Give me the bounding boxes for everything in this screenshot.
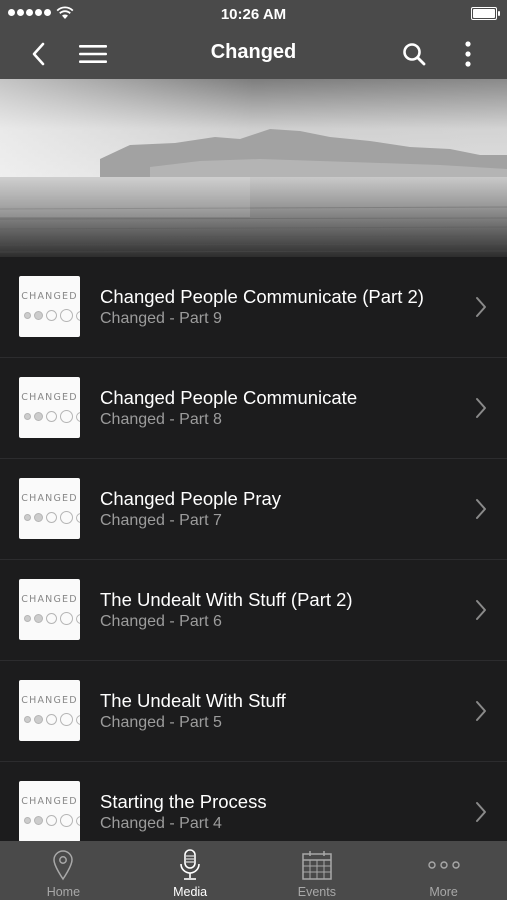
item-subtitle: Changed - Part 4 (100, 815, 222, 832)
tab-home[interactable]: Home (0, 841, 127, 900)
item-title: Changed People Communicate (Part 2) (100, 286, 424, 307)
status-bar: 10:26 AM (0, 0, 507, 28)
series-thumbnail: CHANGED (19, 478, 80, 539)
series-thumbnail: CHANGED (19, 276, 80, 337)
thumbnail-text: CHANGED (21, 392, 78, 403)
chevron-right-icon (476, 398, 486, 418)
tab-bar: Home Media Events More (0, 841, 507, 900)
item-subtitle: Changed - Part 8 (100, 411, 222, 428)
list-item[interactable]: CHANGED The Undealt With Stuff (Part 2) … (0, 560, 507, 661)
media-list: CHANGED Changed People Communicate (Part… (0, 257, 507, 841)
thumbnail-text: CHANGED (21, 594, 78, 605)
tab-media[interactable]: Media (127, 841, 254, 900)
search-icon (403, 42, 426, 65)
map-pin-icon (53, 850, 74, 881)
list-item[interactable]: CHANGED Starting the Process Changed - P… (0, 762, 507, 841)
item-subtitle: Changed - Part 9 (100, 310, 222, 327)
series-thumbnail: CHANGED (19, 579, 80, 640)
thumbnail-text: CHANGED (21, 291, 78, 302)
chevron-right-icon (476, 499, 486, 519)
item-title: The Undealt With Stuff (Part 2) (100, 589, 353, 610)
series-thumbnail: CHANGED (19, 377, 80, 438)
search-button[interactable] (392, 28, 436, 79)
tab-more[interactable]: More (380, 841, 507, 900)
chevron-right-icon (476, 297, 486, 317)
item-subtitle: Changed - Part 5 (100, 714, 222, 731)
thumbnail-text: CHANGED (21, 493, 78, 504)
tab-label: Media (173, 885, 208, 899)
thumbnail-text: CHANGED (21, 695, 78, 706)
hero-image (0, 79, 507, 257)
item-title: Changed People Communicate (100, 387, 358, 408)
thumbnail-graphic (24, 511, 80, 524)
thumbnail-graphic (24, 713, 80, 726)
chevron-right-icon (476, 701, 486, 721)
list-item[interactable]: CHANGED Changed People Communicate Chang… (0, 358, 507, 459)
tab-events[interactable]: Events (254, 841, 381, 900)
status-time: 10:26 AM (220, 6, 287, 23)
tab-label: Events (297, 885, 336, 899)
thumbnail-text: CHANGED (21, 796, 78, 807)
microphone-icon (180, 849, 200, 880)
list-item[interactable]: CHANGED The Undealt With Stuff Changed -… (0, 661, 507, 762)
more-options-button[interactable] (446, 28, 490, 79)
tab-label: More (429, 885, 458, 899)
thumbnail-graphic (24, 309, 80, 322)
thumbnail-graphic (24, 612, 80, 625)
item-title: Starting the Process (100, 791, 267, 812)
thumbnail-graphic (24, 410, 80, 423)
series-thumbnail: CHANGED (19, 680, 80, 741)
tab-label: Home (46, 885, 81, 899)
navigation-bar: Changed (0, 28, 507, 79)
item-title: The Undealt With Stuff (100, 690, 286, 711)
item-subtitle: Changed - Part 7 (100, 512, 222, 529)
list-item[interactable]: CHANGED Changed People Communicate (Part… (0, 257, 507, 358)
vertical-ellipsis-icon (465, 40, 471, 67)
battery-icon (471, 7, 500, 20)
item-subtitle: Changed - Part 6 (100, 613, 222, 630)
thumbnail-graphic (24, 814, 80, 827)
chevron-right-icon (476, 600, 486, 620)
chevron-right-icon (476, 802, 486, 822)
list-item[interactable]: CHANGED Changed People Pray Changed - Pa… (0, 459, 507, 560)
item-title: Changed People Pray (100, 488, 282, 509)
more-dots-icon (427, 861, 460, 869)
calendar-icon (302, 851, 332, 880)
series-thumbnail: CHANGED (19, 781, 80, 841)
